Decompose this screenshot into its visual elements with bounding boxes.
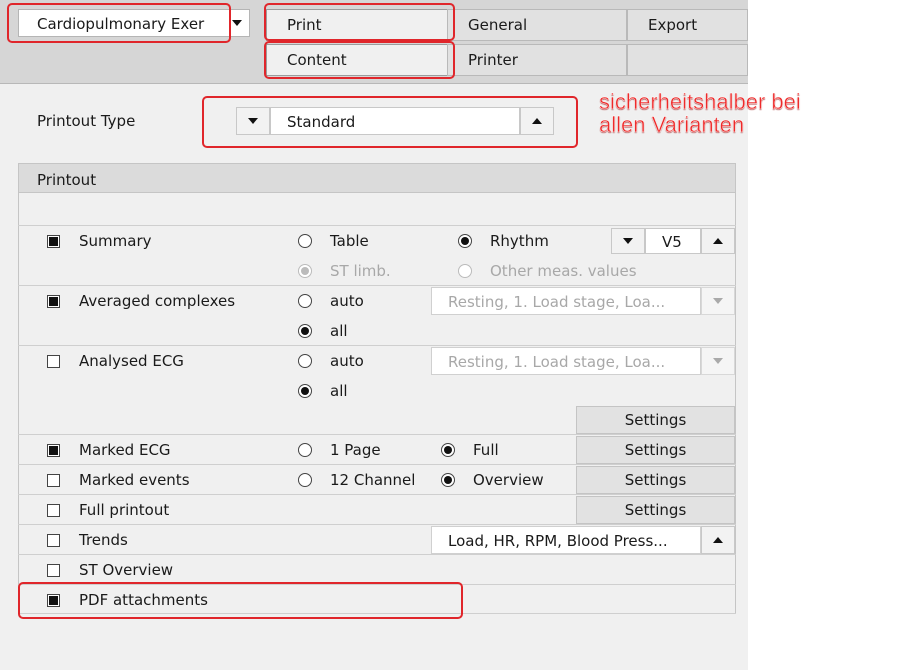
marked-events-label: Marked events <box>79 471 190 489</box>
averaged-checkbox[interactable] <box>47 295 60 308</box>
annotation-line-1: sicherheitshalber bei <box>599 89 801 114</box>
highlight-print-tab <box>264 3 455 41</box>
row-divider <box>18 524 736 525</box>
st-overview-checkbox[interactable] <box>47 564 60 577</box>
tab-export-label: Export <box>648 16 698 34</box>
row-divider <box>18 345 736 346</box>
lead-next-button[interactable] <box>701 228 735 254</box>
summary-other-radio[interactable] <box>458 264 472 278</box>
marked-ecg-full-radio[interactable] <box>441 443 455 457</box>
printout-group-header: Printout <box>18 163 736 193</box>
analysed-stages-field[interactable]: Resting, 1. Load stage, Loa... <box>431 347 701 375</box>
highlight-profile <box>7 3 231 43</box>
summary-other-label: Other meas. values <box>490 262 637 280</box>
analysed-all-radio[interactable] <box>298 384 312 398</box>
marked-ecg-settings-label: Settings <box>624 441 687 459</box>
marked-events-settings-label: Settings <box>624 471 687 489</box>
marked-events-12ch-label: 12 Channel <box>330 471 416 489</box>
marked-events-checkbox[interactable] <box>47 474 60 487</box>
full-printout-settings-button[interactable]: Settings <box>576 496 735 524</box>
analysed-all-label: all <box>330 382 348 400</box>
lead-prev-button[interactable] <box>611 228 645 254</box>
averaged-stages-value: Resting, 1. Load stage, Loa... <box>448 293 666 311</box>
highlight-pdf-attachments <box>18 582 463 619</box>
tab-printer-label: Printer <box>468 51 518 69</box>
chevron-down-icon <box>713 358 723 364</box>
summary-table-radio[interactable] <box>298 234 312 248</box>
row-divider <box>18 285 736 286</box>
full-printout-settings-label: Settings <box>624 501 687 519</box>
row-divider <box>18 434 736 435</box>
averaged-stages-dropdown[interactable] <box>701 287 735 315</box>
marked-ecg-checkbox[interactable] <box>47 444 60 457</box>
annotation-note: sicherheitshalber bei allen Varianten <box>599 90 859 136</box>
averaged-all-radio[interactable] <box>298 324 312 338</box>
tab-general-label: General <box>468 16 528 34</box>
row-divider <box>18 494 736 495</box>
summary-rhythm-radio[interactable] <box>458 234 472 248</box>
full-printout-label: Full printout <box>79 501 170 519</box>
analysed-checkbox[interactable] <box>47 355 60 368</box>
summary-label: Summary <box>79 232 152 250</box>
analysed-label: Analysed ECG <box>79 352 184 370</box>
trends-value: Load, HR, RPM, Blood Press... <box>448 532 668 550</box>
analysed-auto-radio[interactable] <box>298 354 312 368</box>
summary-st-limb-label: ST limb. <box>330 262 391 280</box>
st-overview-label: ST Overview <box>79 561 174 579</box>
trends-checkbox[interactable] <box>47 534 60 547</box>
full-printout-checkbox[interactable] <box>47 504 60 517</box>
chevron-up-icon <box>713 537 723 543</box>
highlight-content-tab <box>264 41 455 79</box>
trends-field[interactable]: Load, HR, RPM, Blood Press... <box>431 526 701 554</box>
lead-field[interactable]: V5 <box>645 228 701 254</box>
tab-export[interactable]: Export <box>627 9 748 41</box>
analysed-settings-button[interactable]: Settings <box>576 406 735 434</box>
chevron-down-icon <box>713 298 723 304</box>
marked-ecg-full-label: Full <box>473 441 499 459</box>
tab-general[interactable]: General <box>447 9 627 41</box>
marked-ecg-settings-button[interactable]: Settings <box>576 436 735 464</box>
annotation-line-2: allen Varianten <box>599 112 745 137</box>
analysed-stages-value: Resting, 1. Load stage, Loa... <box>448 353 666 371</box>
printout-group-title: Printout <box>37 171 97 189</box>
averaged-stages-field[interactable]: Resting, 1. Load stage, Loa... <box>431 287 701 315</box>
analysed-settings-label: Settings <box>624 411 687 429</box>
averaged-label: Averaged complexes <box>79 292 236 310</box>
chevron-down-icon <box>623 238 633 244</box>
tab-printer[interactable]: Printer <box>447 44 627 76</box>
printout-type-label: Printout Type <box>37 112 136 130</box>
marked-ecg-1page-radio[interactable] <box>298 443 312 457</box>
averaged-auto-label: auto <box>330 292 364 310</box>
tab-empty <box>627 44 748 76</box>
summary-rhythm-label: Rhythm <box>490 232 549 250</box>
marked-events-12ch-radio[interactable] <box>298 473 312 487</box>
summary-checkbox[interactable] <box>47 235 60 248</box>
analysed-stages-dropdown[interactable] <box>701 347 735 375</box>
row-divider <box>18 554 736 555</box>
averaged-auto-radio[interactable] <box>298 294 312 308</box>
summary-table-label: Table <box>330 232 369 250</box>
trends-dropdown[interactable] <box>701 526 735 554</box>
trends-label: Trends <box>79 531 128 549</box>
marked-ecg-label: Marked ECG <box>79 441 171 459</box>
row-divider <box>18 225 736 226</box>
marked-events-overview-label: Overview <box>473 471 544 489</box>
lead-value: V5 <box>662 233 682 251</box>
marked-events-overview-radio[interactable] <box>441 473 455 487</box>
averaged-all-label: all <box>330 322 348 340</box>
marked-events-settings-button[interactable]: Settings <box>576 466 735 494</box>
analysed-auto-label: auto <box>330 352 364 370</box>
summary-st-limb-radio[interactable] <box>298 264 312 278</box>
highlight-printout-type <box>202 96 578 148</box>
row-divider <box>18 464 736 465</box>
marked-ecg-1page-label: 1 Page <box>330 441 381 459</box>
chevron-up-icon <box>713 238 723 244</box>
